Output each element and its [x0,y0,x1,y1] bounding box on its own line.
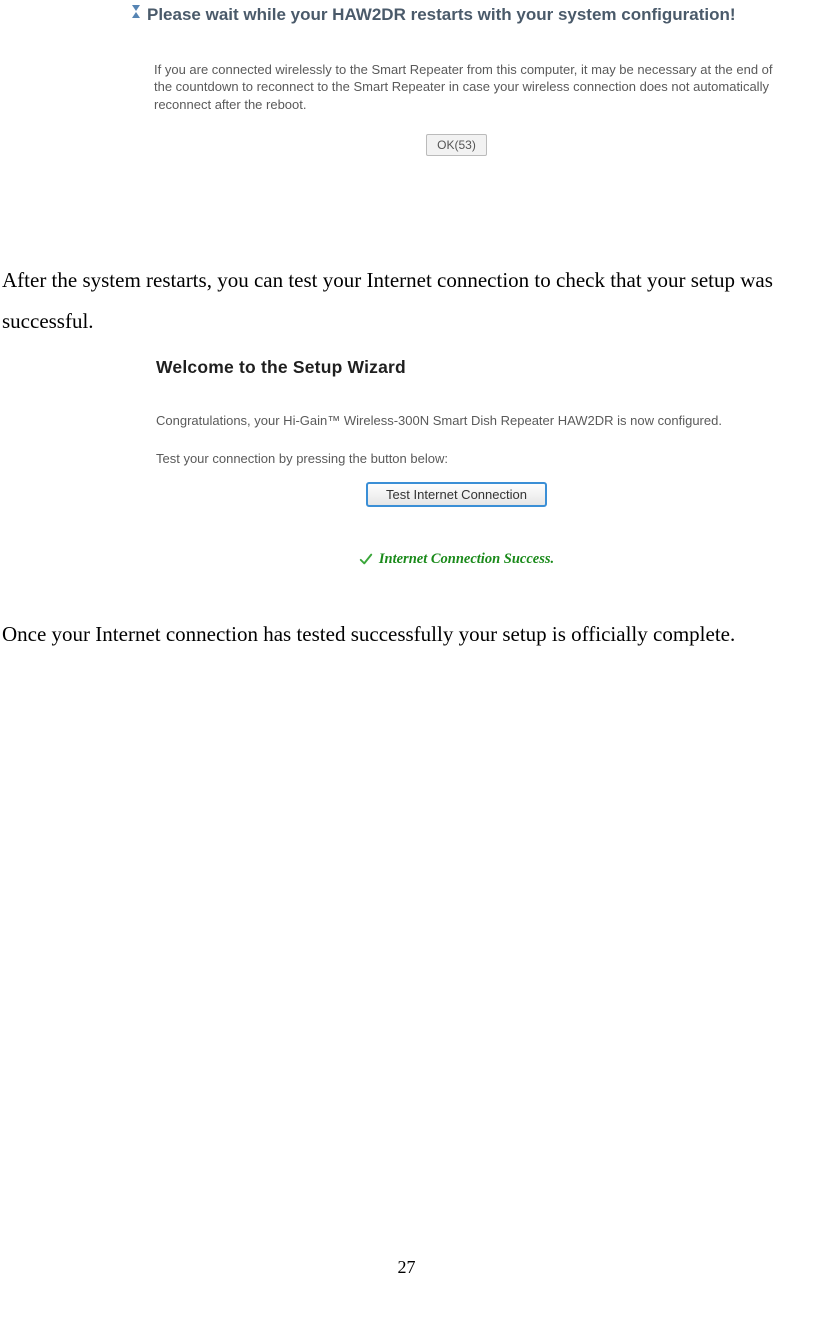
hourglass-icon [132,5,141,18]
page-number: 27 [0,1257,813,1278]
ok-button[interactable]: OK(53) [426,134,487,156]
wizard-heading: Welcome to the Setup Wizard [156,357,789,378]
setup-wizard: Welcome to the Setup Wizard Congratulati… [124,347,789,567]
test-internet-button[interactable]: Test Internet Connection [366,482,547,507]
wizard-test-label: Test your connection by pressing the but… [156,451,789,466]
restart-heading-text: Please wait while your HAW2DR restarts w… [147,4,736,27]
restart-dialog: Please wait while your HAW2DR restarts w… [124,0,789,236]
body-paragraph-2: Once your Internet connection has tested… [2,614,811,655]
restart-description: If you are connected wirelessly to the S… [154,61,779,114]
body-paragraph-1: After the system restarts, you can test … [2,260,811,342]
success-text: Internet Connection Success. [379,551,554,568]
wizard-congrats: Congratulations, your Hi-Gain™ Wireless-… [156,412,789,430]
checkmark-icon [359,552,373,566]
success-line: Internet Connection Success. [124,551,789,568]
restart-heading: Please wait while your HAW2DR restarts w… [132,4,789,27]
